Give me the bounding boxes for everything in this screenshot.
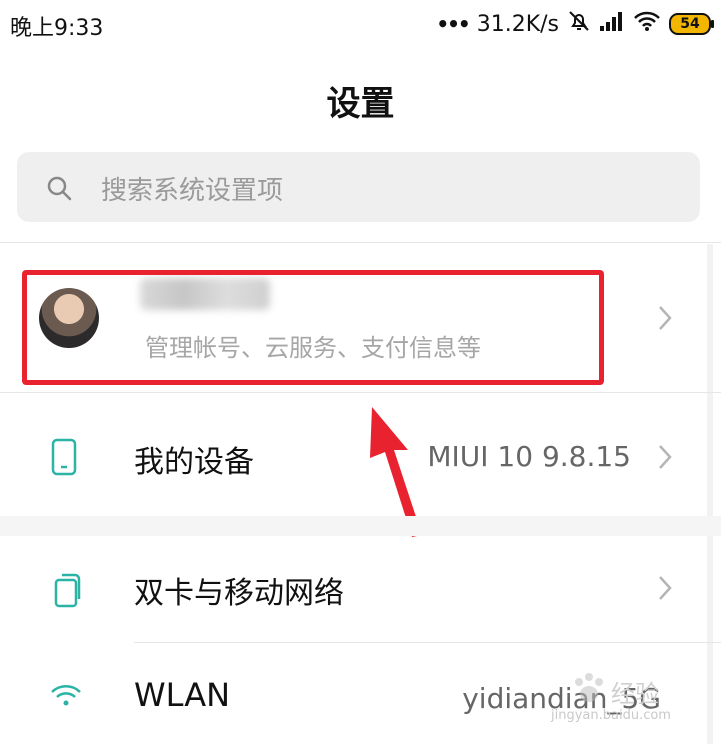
watermark-url: jingyan.baidu.com [551, 708, 671, 723]
status-indicators: ••• 31.2K/s 54 [436, 8, 714, 40]
wifi-status-icon [633, 10, 661, 38]
status-time: 晚上9:33 [10, 16, 104, 41]
search-bar[interactable]: 搜索系统设置项 [17, 152, 700, 222]
divider [0, 242, 721, 243]
search-icon [45, 174, 73, 206]
highlight-box [22, 270, 604, 385]
paw-logo-icon [571, 672, 607, 710]
signal-icon [599, 10, 625, 38]
watermark-title: 经验 [611, 680, 659, 708]
status-bar: 晚上9:33 ••• 31.2K/s 54 [0, 0, 721, 50]
dual-sim-row[interactable] [0, 536, 721, 642]
phone-icon [50, 438, 78, 480]
wlan-label: WLAN [134, 676, 231, 714]
my-device-label: 我的设备 [134, 445, 254, 480]
page-title: 设置 [326, 84, 395, 124]
dual-sim-label: 双卡与移动网络 [134, 576, 344, 611]
my-device-value: MIUI 10 9.8.15 [427, 440, 631, 473]
wifi-icon [50, 684, 82, 712]
network-speed: 31.2K/s [476, 11, 559, 37]
mute-bell-icon [567, 9, 591, 39]
chevron-right-icon [657, 574, 673, 606]
search-input[interactable]: 搜索系统设置项 [101, 170, 283, 207]
section-gap [0, 516, 721, 536]
chevron-right-icon [657, 304, 673, 336]
more-dots: ••• [436, 12, 470, 36]
battery-indicator: 54 [669, 13, 714, 35]
chevron-right-icon [657, 443, 673, 475]
sim-card-icon [50, 570, 82, 612]
watermark: 经验 jingyan.baidu.com [551, 672, 681, 730]
